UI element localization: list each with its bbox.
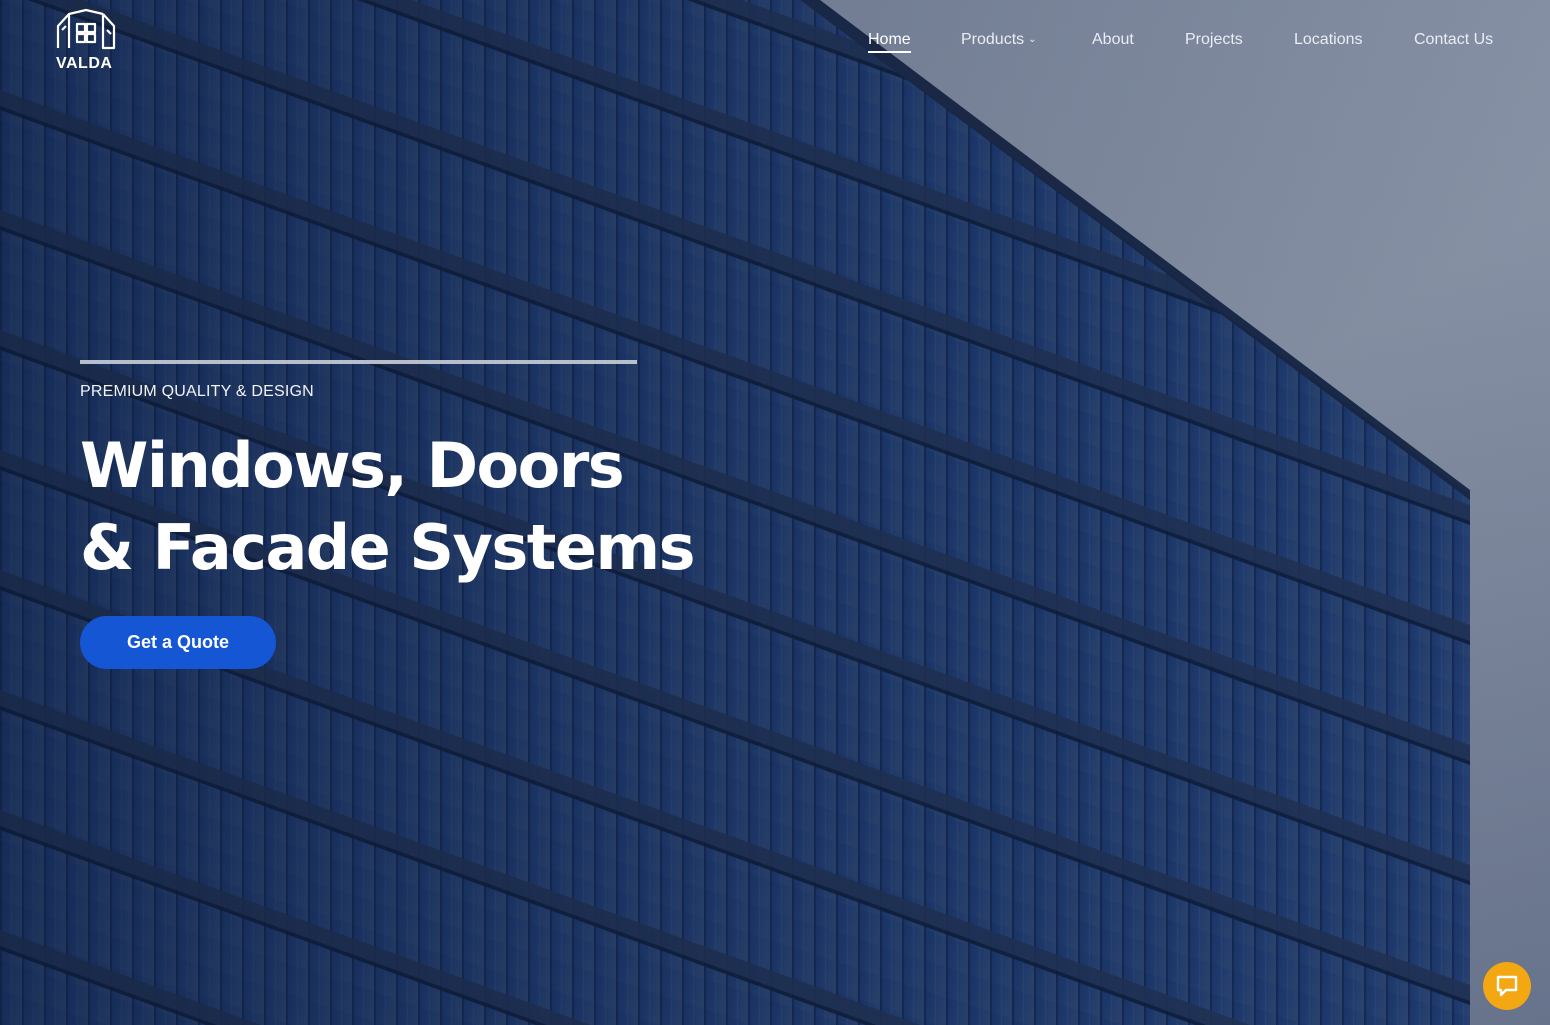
nav-projects-label: Projects (1185, 31, 1243, 48)
nav-contact-us-label: Contact Us (1414, 31, 1494, 48)
nav-projects[interactable]: Projects (1185, 30, 1243, 50)
chat-bubble-icon (1496, 975, 1518, 997)
hero-eyebrow: PREMIUM QUALITY & DESIGN (80, 383, 314, 400)
brand-name: VALDA (56, 55, 113, 72)
main-nav: Home Products ⌄ About Projects Locations … (0, 30, 1550, 53)
nav-locations-label: Locations (1294, 31, 1363, 48)
nav-contact-us[interactable]: Contact Us (1414, 30, 1493, 50)
site-header: VALDA Home Products ⌄ About Projects Loca… (0, 0, 1550, 90)
hero-title: Windows, Doors & Facade Systems (80, 425, 695, 589)
chat-launcher-button[interactable] (1483, 962, 1531, 1010)
hero-divider (80, 360, 637, 364)
chevron-down-icon: ⌄ (1028, 34, 1037, 45)
nav-products-label: Products (961, 31, 1025, 48)
nav-products[interactable]: Products ⌄ (961, 30, 1037, 50)
nav-active-underline (868, 51, 911, 53)
nav-about[interactable]: About (1092, 30, 1134, 50)
get-a-quote-button[interactable]: Get a Quote (80, 616, 276, 669)
nav-home-label: Home (868, 31, 911, 48)
nav-about-label: About (1092, 31, 1134, 48)
nav-locations[interactable]: Locations (1294, 30, 1363, 50)
nav-home[interactable]: Home (868, 30, 911, 53)
hero-title-line-1: Windows, Doors (80, 429, 625, 502)
hero-section: VALDA Home Products ⌄ About Projects Loca… (0, 0, 1550, 1025)
hero-title-line-2: & Facade Systems (80, 511, 695, 584)
